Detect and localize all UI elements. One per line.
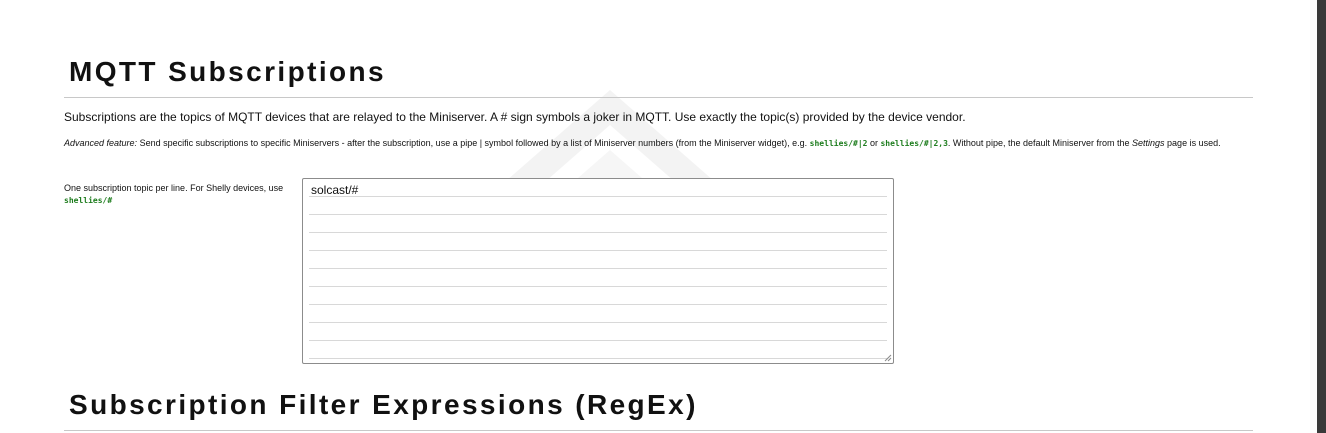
example-code-1: shellies/#|2 <box>809 139 868 148</box>
mqtt-subscriptions-heading: MQTT Subscriptions <box>69 56 386 87</box>
advanced-text-1: Send specific subscriptions to specific … <box>137 138 810 148</box>
subscription-line[interactable] <box>309 287 887 305</box>
subscription-line[interactable] <box>309 197 887 215</box>
subscription-line[interactable]: solcast/# <box>309 179 887 197</box>
heading-divider <box>64 430 1253 431</box>
settings-page-reference: Settings <box>1132 138 1165 148</box>
help-code: shellies/# <box>64 196 113 205</box>
help-label: One subscription topic per line. For She… <box>64 183 284 193</box>
subscription-line[interactable] <box>309 269 887 287</box>
advanced-text-3: page is used. <box>1164 138 1221 148</box>
subscription-line[interactable] <box>309 233 887 251</box>
advanced-or: or <box>867 138 881 148</box>
subscription-line[interactable] <box>309 305 887 323</box>
subscriptions-textarea[interactable]: solcast/# <box>302 178 894 364</box>
heading-divider <box>64 97 1253 98</box>
advanced-text-2: . Without pipe, the default Miniserver f… <box>947 138 1133 148</box>
subscriptions-intro-text: Subscriptions are the topics of MQTT dev… <box>64 110 966 124</box>
page: MQTT Subscriptions Subscriptions are the… <box>0 0 1326 433</box>
subscription-line[interactable] <box>309 323 887 341</box>
subscription-line[interactable] <box>309 251 887 269</box>
example-code-2: shellies/#|2,3 <box>880 139 948 148</box>
subscriptions-lines: solcast/# <box>309 179 887 359</box>
subscription-line[interactable] <box>309 341 887 359</box>
filter-expressions-heading: Subscription Filter Expressions (RegEx) <box>69 389 698 420</box>
subscription-line[interactable] <box>309 215 887 233</box>
subscriptions-help-text: One subscription topic per line. For She… <box>64 182 300 207</box>
resize-grip-icon[interactable] <box>884 354 892 362</box>
advanced-feature-label: Advanced feature: <box>64 138 138 148</box>
window-edge-scrollbar[interactable] <box>1317 0 1326 433</box>
advanced-feature-note: Advanced feature: Send specific subscrip… <box>64 137 1253 151</box>
